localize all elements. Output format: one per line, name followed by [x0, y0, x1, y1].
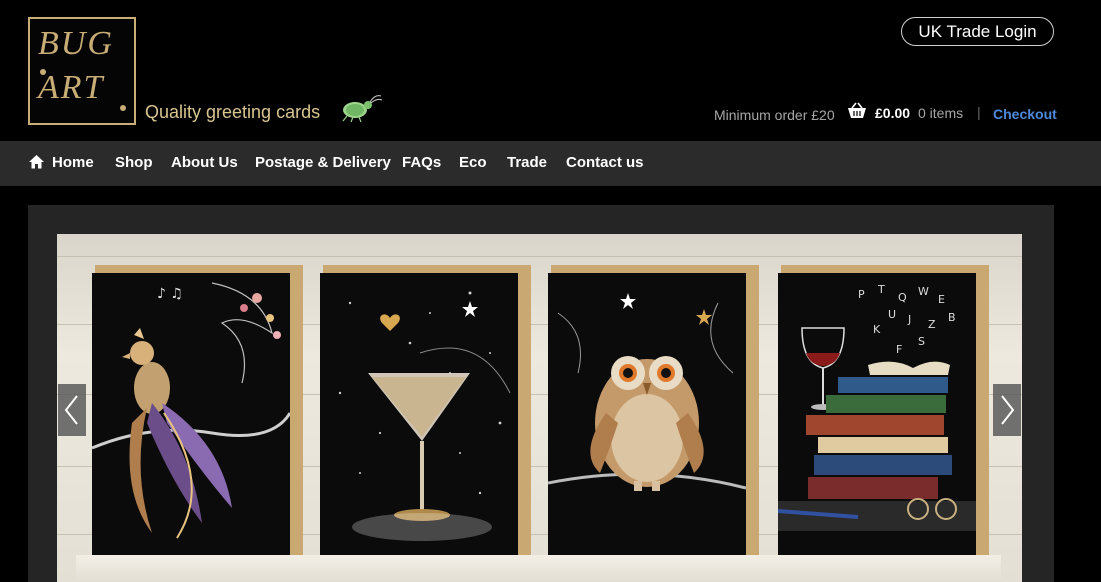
shelf-ledge	[76, 555, 1001, 582]
nav-item-postage[interactable]: Postage & Delivery	[255, 154, 391, 171]
logo-dot	[120, 105, 126, 111]
nav-item-about[interactable]: About Us	[171, 154, 238, 171]
logo-line-1: BUG	[38, 25, 114, 62]
svg-text:Q: Q	[898, 291, 907, 304]
site-header: BUG ART Quality greeting cards UK Trade …	[0, 0, 1101, 141]
svg-text:J: J	[907, 313, 911, 326]
nav-item-contact[interactable]: Contact us	[566, 154, 644, 171]
tagline: Quality greeting cards	[145, 102, 321, 122]
card-owl	[548, 273, 746, 555]
nav-item-trade[interactable]: Trade	[507, 154, 547, 171]
books-illustration: P TQ WE U J Z K B S F	[778, 283, 976, 531]
logo-dot	[40, 69, 46, 75]
nav-item-shop[interactable]: Shop	[115, 154, 153, 171]
card-bird: ♪ ♫	[92, 273, 290, 555]
svg-text:P: P	[858, 288, 865, 301]
svg-text:F: F	[896, 343, 902, 356]
svg-text:U: U	[888, 308, 896, 321]
wood-plank-line	[57, 256, 1022, 257]
trade-login-button[interactable]: UK Trade Login	[901, 17, 1054, 46]
nav-item-home[interactable]: Home	[52, 154, 94, 171]
card-books: PTQ WE U J Z K B S F	[778, 273, 976, 555]
separator: |	[977, 104, 981, 120]
martini-illustration	[338, 291, 511, 541]
nav-item-eco[interactable]: Eco	[459, 154, 487, 171]
slide-image[interactable]: ♪ ♫ P T Q W E U J Z K B S F	[57, 234, 1022, 582]
main-nav: Home Shop About Us Postage & Delivery FA…	[0, 141, 1101, 186]
owl-illustration	[548, 293, 746, 491]
svg-text:W: W	[918, 285, 929, 298]
svg-text:K: K	[873, 323, 881, 336]
beetle-icon	[342, 95, 383, 122]
bird-illustration: ♪ ♫	[92, 282, 290, 539]
chevron-left-icon	[64, 395, 78, 425]
slider-prev-button[interactable]	[58, 384, 86, 436]
chevron-right-icon	[1001, 395, 1015, 425]
slider-next-button[interactable]	[993, 384, 1021, 436]
svg-text:Z: Z	[928, 318, 936, 331]
nav-item-faqs[interactable]: FAQs	[402, 154, 441, 171]
basket-icon[interactable]	[847, 102, 867, 120]
cart-item-count[interactable]: 0 items	[918, 105, 963, 121]
logo-line-2: ART	[38, 69, 105, 106]
checkout-link[interactable]: Checkout	[993, 106, 1057, 122]
spacer	[0, 186, 1101, 205]
bug-art-logo[interactable]: BUG ART	[28, 17, 136, 125]
svg-text:S: S	[918, 335, 925, 348]
minimum-order-text: Minimum order £20	[714, 107, 835, 123]
svg-text:♪ ♫: ♪ ♫	[157, 286, 183, 302]
card-martini	[320, 273, 518, 555]
svg-text:B: B	[948, 311, 956, 324]
svg-text:T: T	[877, 283, 885, 296]
svg-text:E: E	[938, 293, 945, 306]
cart-total[interactable]: £0.00	[875, 105, 910, 121]
home-icon[interactable]	[28, 154, 45, 169]
